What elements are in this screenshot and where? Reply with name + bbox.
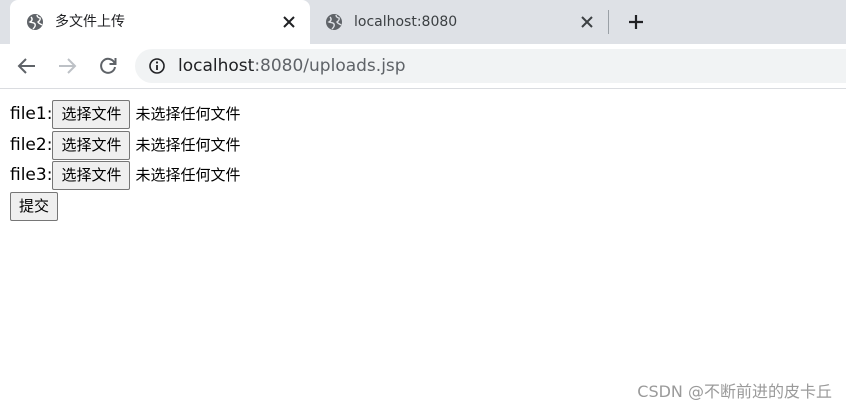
browser-toolbar: localhost:8080/uploads.jsp	[0, 44, 846, 89]
choose-file-button[interactable]: 选择文件	[52, 130, 131, 160]
submit-button[interactable]: 提交	[10, 192, 59, 221]
file-status: 未选择任何文件	[135, 136, 241, 154]
choose-file-button[interactable]: 选择文件	[52, 99, 131, 129]
file-label: file2:	[10, 135, 53, 155]
close-icon[interactable]	[280, 13, 298, 31]
reload-icon[interactable]	[96, 54, 120, 78]
choose-file-button[interactable]: 选择文件	[52, 160, 131, 190]
tab-title: 多文件上传	[55, 14, 125, 30]
url-path: :8080/uploads.jsp	[254, 56, 406, 76]
watermark: CSDN @不断前进的皮卡丘	[637, 382, 832, 401]
close-icon[interactable]	[578, 13, 596, 31]
address-bar[interactable]: localhost:8080/uploads.jsp	[135, 49, 846, 83]
globe-icon	[326, 14, 342, 30]
file-label: file3:	[10, 165, 53, 185]
file-row-1: file1: 选择文件 未选择任何文件	[10, 99, 240, 129]
url-text[interactable]: localhost:8080/uploads.jsp	[178, 56, 406, 76]
info-icon[interactable]	[148, 57, 166, 75]
file-label: file1:	[10, 104, 53, 124]
tab-inactive[interactable]: localhost:8080	[312, 0, 608, 44]
browser-window: 多文件上传 localhost:8080 localhost:8080/uplo…	[0, 0, 846, 410]
file-row-3: file3: 选择文件 未选择任何文件	[10, 160, 240, 190]
url-host: localhost	[178, 56, 255, 76]
tab-strip: 多文件上传 localhost:8080	[0, 0, 846, 44]
file-status: 未选择任何文件	[135, 105, 241, 123]
page-content: file1: 选择文件 未选择任何文件 file2: 选择文件 未选择任何文件 …	[0, 89, 846, 410]
file-status: 未选择任何文件	[135, 166, 241, 184]
back-arrow-icon[interactable]	[15, 54, 39, 78]
forward-arrow-icon[interactable]	[55, 54, 79, 78]
new-tab-plus-icon[interactable]	[624, 10, 648, 34]
file-row-2: file2: 选择文件 未选择任何文件	[10, 130, 240, 160]
globe-icon	[27, 14, 43, 30]
tab-active[interactable]: 多文件上传	[10, 0, 310, 44]
tab-separator	[608, 10, 609, 34]
tab-title: localhost:8080	[354, 14, 458, 30]
